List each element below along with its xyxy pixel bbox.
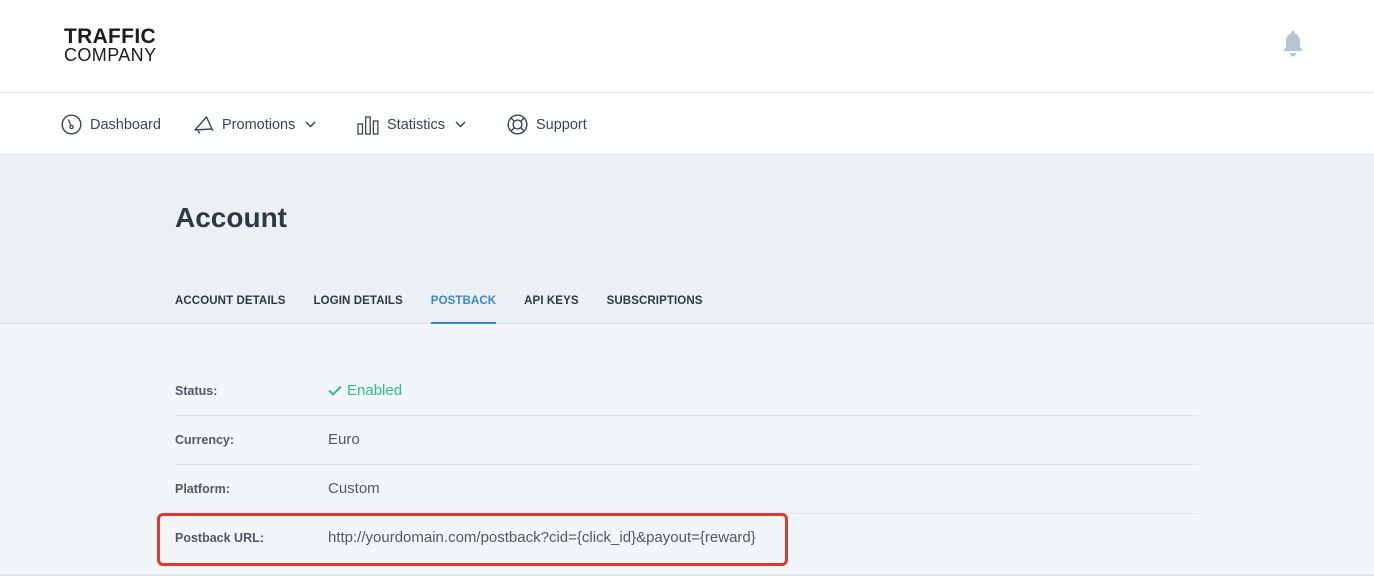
currency-row: Currency: Euro: [175, 416, 1199, 465]
megaphone-icon: [194, 116, 214, 134]
platform-label: Platform:: [175, 482, 230, 496]
nav-dashboard[interactable]: Dashboard: [61, 94, 161, 155]
tab-login-details[interactable]: LOGIN DETAILS: [314, 295, 403, 324]
bell-icon[interactable]: [1281, 30, 1305, 58]
logo-line-1: TRAFFIC: [64, 25, 156, 48]
nav-support-label: Support: [536, 116, 587, 133]
page-title: Account: [175, 202, 287, 233]
status-label: Status:: [175, 384, 218, 398]
tab-postback[interactable]: POSTBACK: [430, 295, 497, 324]
top-header: TRAFFIC COMPANY: [0, 0, 1374, 93]
chevron-down-icon: [305, 121, 316, 128]
nav-statistics-label: Statistics: [387, 116, 446, 133]
chevron-down-icon: [455, 121, 466, 128]
currency-label: Currency:: [175, 433, 235, 447]
currency-value: Euro: [328, 431, 360, 448]
nav-support[interactable]: Support: [507, 94, 587, 155]
platform-row: Platform: Custom: [175, 465, 1199, 514]
tab-api-keys[interactable]: API KEYS: [524, 295, 578, 324]
platform-value: Custom: [328, 480, 380, 497]
status-row: Status: Enabled: [175, 367, 1199, 416]
postback-url-highlight: [157, 513, 788, 566]
traffic-company-logo[interactable]: TRAFFIC COMPANY: [64, 26, 156, 64]
nav-promotions[interactable]: Promotions: [193, 94, 316, 155]
status-value: Enabled: [328, 382, 402, 399]
account-tabs: ACCOUNT DETAILS LOGIN DETAILS POSTBACK A…: [175, 295, 731, 324]
status-value-text: Enabled: [347, 382, 403, 399]
logo-line-2: COMPANY: [64, 45, 157, 65]
nav-promotions-label: Promotions: [222, 116, 296, 133]
checkmark-icon: [328, 385, 342, 396]
dashboard-gauge-icon: [61, 114, 82, 135]
lifebuoy-icon: [507, 114, 528, 135]
tab-subscriptions[interactable]: SUBSCRIPTIONS: [607, 295, 703, 324]
tab-account-details[interactable]: ACCOUNT DETAILS: [175, 295, 286, 324]
account-header: Account ACCOUNT DETAILS LOGIN DETAILS PO…: [0, 155, 1374, 324]
nav-dashboard-label: Dashboard: [90, 116, 161, 133]
nav-statistics[interactable]: Statistics: [357, 94, 466, 155]
main-nav: Dashboard Promotions Statistics Support: [0, 94, 1374, 155]
bar-chart-icon: [357, 115, 379, 135]
